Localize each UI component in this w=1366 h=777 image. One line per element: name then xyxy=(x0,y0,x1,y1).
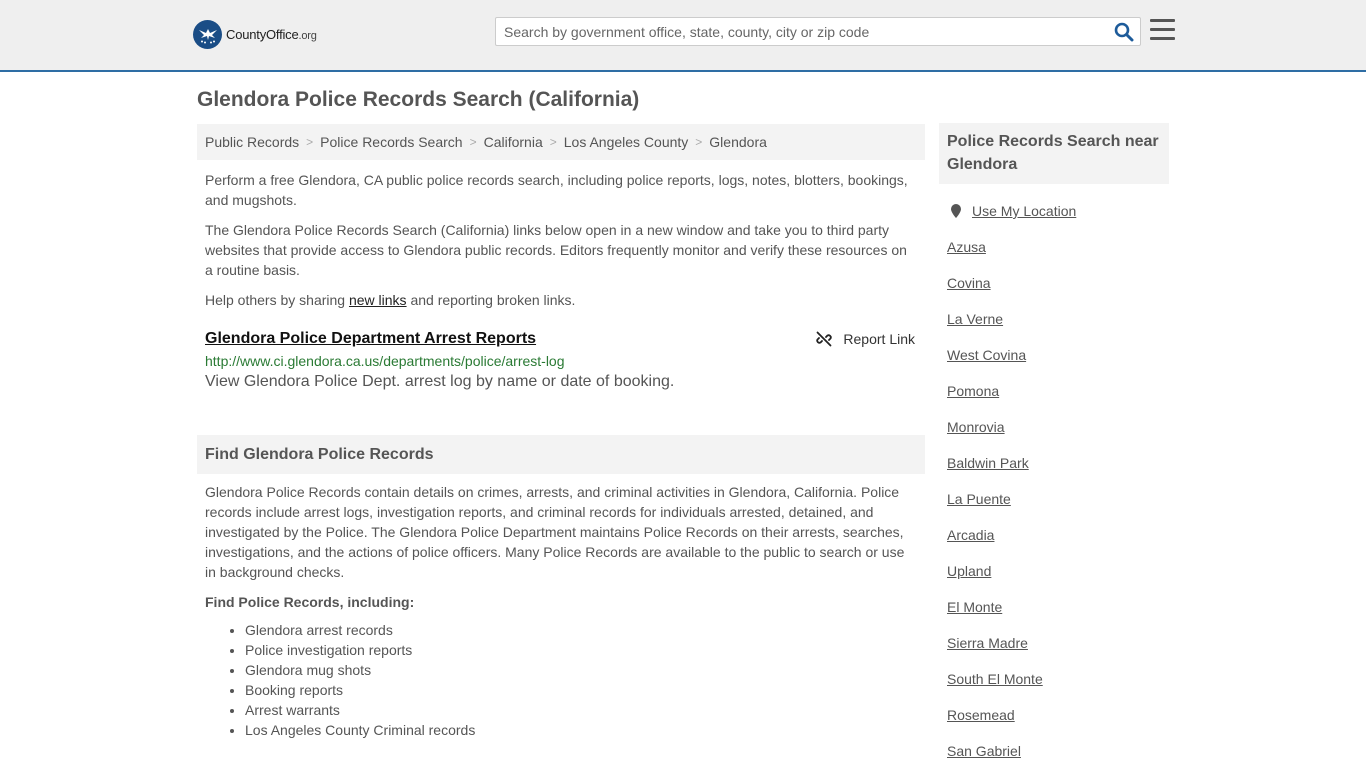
search-button[interactable] xyxy=(1114,22,1134,42)
city-link-azusa[interactable]: Azusa xyxy=(947,239,986,255)
broken-link-icon xyxy=(816,331,833,347)
list-item: Covina xyxy=(947,273,1161,293)
list-item: San Gabriel xyxy=(947,741,1161,761)
report-link-button[interactable]: Report Link xyxy=(816,331,915,347)
search-input[interactable] xyxy=(496,18,1096,45)
list-item: Booking reports xyxy=(245,680,925,700)
breadcrumb-police-records-search[interactable]: Police Records Search xyxy=(320,134,462,150)
resource-listing: Glendora Police Department Arrest Report… xyxy=(197,330,925,391)
city-link-south-el-monte[interactable]: South El Monte xyxy=(947,671,1043,687)
records-list: Glendora arrest records Police investiga… xyxy=(197,620,925,740)
list-item: La Verne xyxy=(947,309,1161,329)
new-links-link[interactable]: new links xyxy=(349,292,407,308)
list-item: La Puente xyxy=(947,489,1161,509)
breadcrumb-separator: > xyxy=(695,135,703,149)
list-item: Arcadia xyxy=(947,525,1161,545)
intro-paragraph: Perform a free Glendora, CA public polic… xyxy=(205,172,908,208)
disclaimer-paragraph: The Glendora Police Records Search (Cali… xyxy=(205,222,907,278)
search-icon xyxy=(1114,22,1134,42)
logo-suffix: .org xyxy=(298,30,317,42)
menu-bar xyxy=(1150,28,1175,31)
location-pin-icon xyxy=(951,204,961,218)
breadcrumb-separator: > xyxy=(306,135,314,149)
hamburger-menu-icon[interactable] xyxy=(1150,19,1175,41)
list-item: Glendora arrest records xyxy=(245,620,925,640)
list-item: Police investigation reports xyxy=(245,640,925,660)
resource-title-link[interactable]: Glendora Police Department Arrest Report… xyxy=(205,330,536,348)
find-records-heading: Find Glendora Police Records xyxy=(197,435,925,474)
list-item: Monrovia xyxy=(947,417,1161,437)
breadcrumb-glendora[interactable]: Glendora xyxy=(709,134,767,150)
list-item: Baldwin Park xyxy=(947,453,1161,473)
eagle-seal-icon xyxy=(193,20,222,49)
resource-url: http://www.ci.glendora.ca.us/departments… xyxy=(205,353,565,369)
list-item: Los Angeles County Criminal records xyxy=(245,720,925,740)
site-logo[interactable]: CountyOffice.org xyxy=(193,20,317,49)
list-item: Upland xyxy=(947,561,1161,581)
city-link-upland[interactable]: Upland xyxy=(947,563,991,579)
sidebar-heading: Police Records Search near Glendora xyxy=(939,123,1169,184)
city-link-pomona[interactable]: Pomona xyxy=(947,383,999,399)
city-link-la-puente[interactable]: La Puente xyxy=(947,491,1011,507)
share-text-before: Help others by sharing xyxy=(205,292,349,308)
breadcrumb: Public Records > Police Records Search >… xyxy=(197,124,925,160)
list-item: Sierra Madre xyxy=(947,633,1161,653)
list-item: Pomona xyxy=(947,381,1161,401)
city-link-west-covina[interactable]: West Covina xyxy=(947,347,1026,363)
logo-text: CountyOffice.org xyxy=(226,27,317,42)
find-records-subheading: Find Police Records, including: xyxy=(205,594,415,610)
find-records-description: Glendora Police Records contain details … xyxy=(205,484,905,580)
list-item: West Covina xyxy=(947,345,1161,365)
breadcrumb-california[interactable]: California xyxy=(484,134,543,150)
list-item: Azusa xyxy=(947,237,1161,257)
breadcrumb-separator: > xyxy=(469,135,477,149)
share-text-after: and reporting broken links. xyxy=(406,292,576,308)
share-paragraph: Help others by sharing new links and rep… xyxy=(197,290,925,310)
list-item: Arrest warrants xyxy=(245,700,925,720)
city-link-monrovia[interactable]: Monrovia xyxy=(947,419,1005,435)
nearby-city-list: Use My Location Azusa Covina La Verne We… xyxy=(939,201,1169,761)
breadcrumb-los-angeles-county[interactable]: Los Angeles County xyxy=(564,134,689,150)
city-link-san-gabriel[interactable]: San Gabriel xyxy=(947,743,1021,759)
report-link-label: Report Link xyxy=(843,331,915,347)
search-box xyxy=(495,17,1141,46)
main-content: Public Records > Police Records Search >… xyxy=(197,124,925,740)
city-link-covina[interactable]: Covina xyxy=(947,275,991,291)
breadcrumb-public-records[interactable]: Public Records xyxy=(205,134,299,150)
city-link-el-monte[interactable]: El Monte xyxy=(947,599,1002,615)
menu-bar xyxy=(1150,19,1175,22)
use-my-location-link[interactable]: Use My Location xyxy=(972,203,1076,219)
city-link-sierra-madre[interactable]: Sierra Madre xyxy=(947,635,1028,651)
city-link-rosemead[interactable]: Rosemead xyxy=(947,707,1015,723)
logo-main: CountyOffice xyxy=(226,27,299,42)
resource-description: View Glendora Police Dept. arrest log by… xyxy=(205,373,675,390)
page-title: Glendora Police Records Search (Californ… xyxy=(197,88,640,111)
city-link-la-verne[interactable]: La Verne xyxy=(947,311,1003,327)
use-location-row: Use My Location xyxy=(947,201,1161,221)
list-item: South El Monte xyxy=(947,669,1161,689)
city-link-arcadia[interactable]: Arcadia xyxy=(947,527,994,543)
breadcrumb-separator: > xyxy=(549,135,557,149)
list-item: El Monte xyxy=(947,597,1161,617)
menu-bar xyxy=(1150,37,1175,40)
nearby-sidebar: Police Records Search near Glendora Use … xyxy=(939,123,1169,777)
list-item: Glendora mug shots xyxy=(245,660,925,680)
site-header: CountyOffice.org xyxy=(0,0,1366,72)
list-item: Rosemead xyxy=(947,705,1161,725)
city-link-baldwin-park[interactable]: Baldwin Park xyxy=(947,455,1029,471)
